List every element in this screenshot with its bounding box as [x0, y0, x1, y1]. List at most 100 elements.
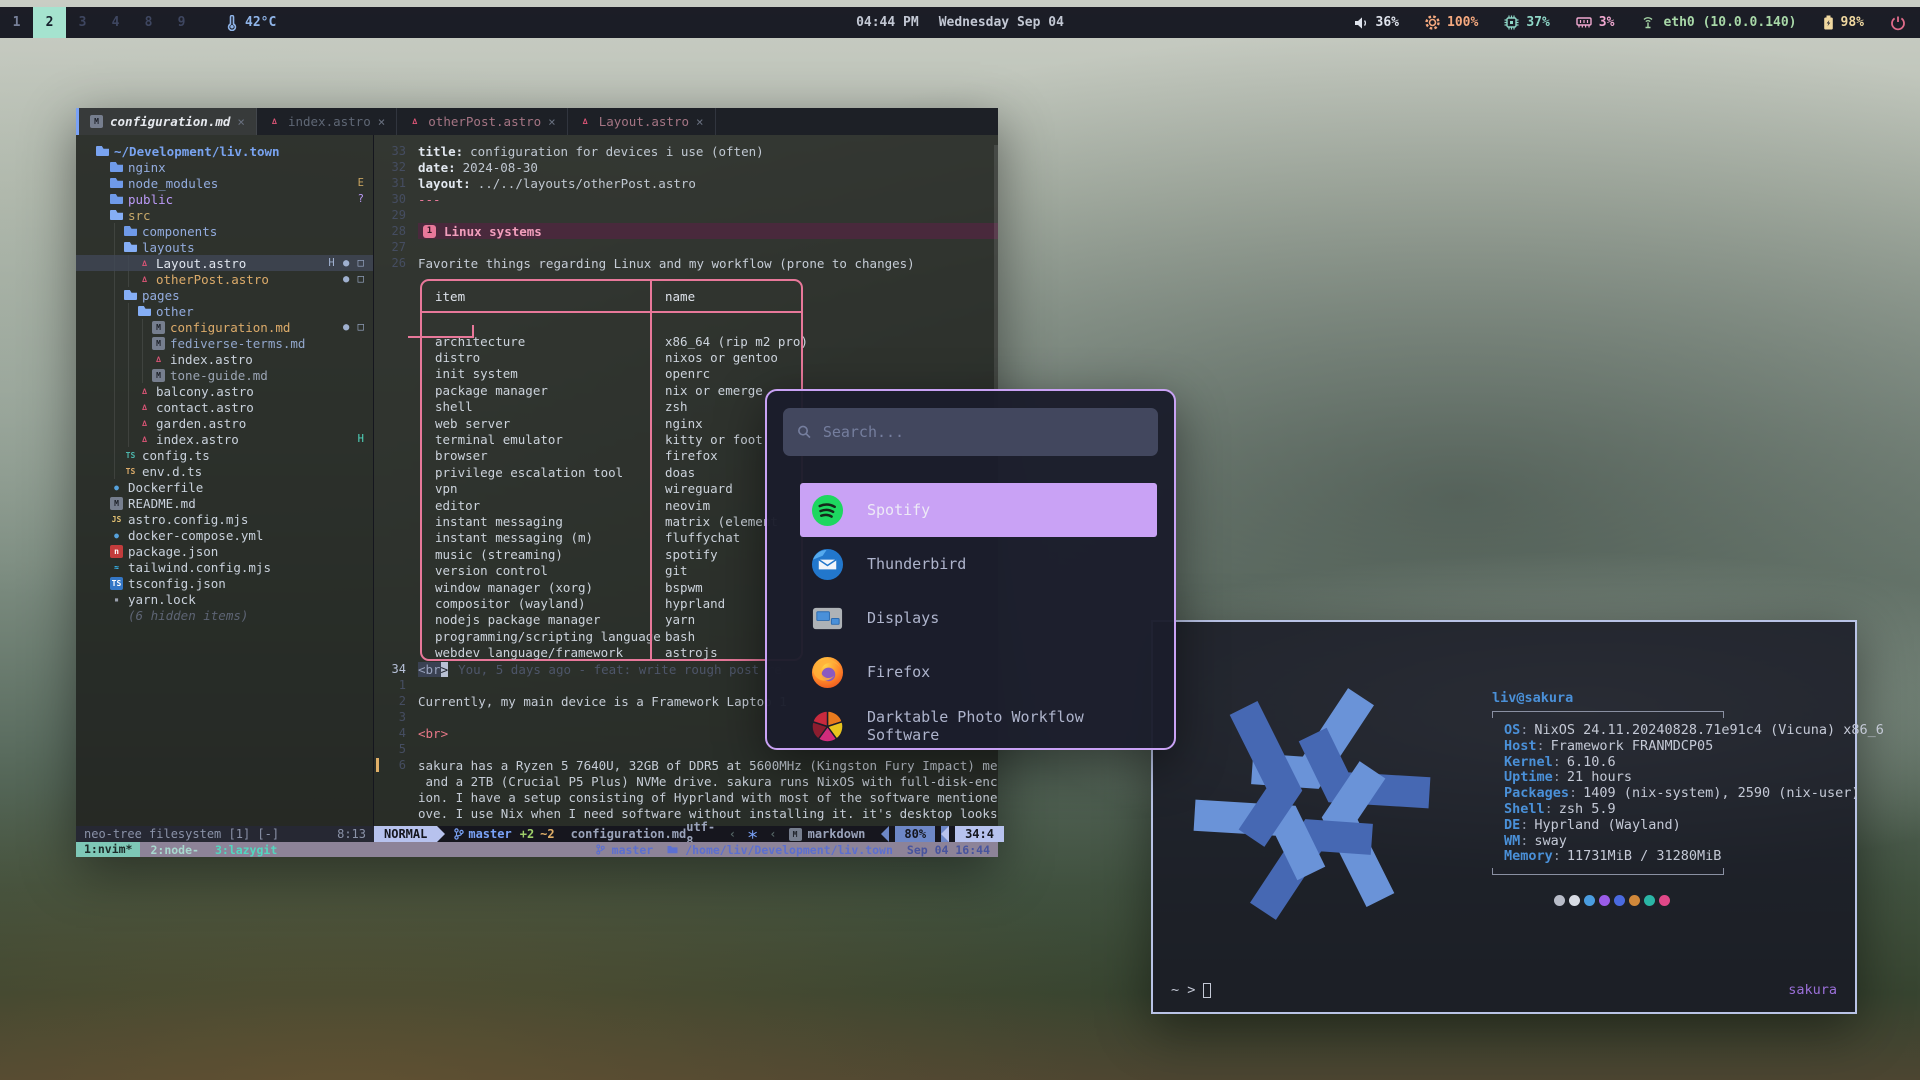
- close-icon[interactable]: ×: [237, 114, 245, 129]
- tree-item-label: env.d.ts: [142, 464, 202, 479]
- search-input[interactable]: [823, 423, 1144, 441]
- tree-item-label: configuration.md: [170, 320, 290, 335]
- buffer-tab[interactable]: ∆ otherPost.astro ×: [397, 108, 567, 135]
- table-row: package manager nix or emerge: [422, 382, 801, 398]
- tree-item[interactable]: public ?: [76, 191, 373, 207]
- file-icon: ▪: [110, 593, 123, 606]
- neo-tree-panel[interactable]: ~/Development/liv.town nginx node_module…: [76, 135, 374, 826]
- memory-module[interactable]: 3%: [1576, 15, 1615, 30]
- file-icon: [110, 194, 123, 204]
- file-icon: ∆: [138, 417, 151, 430]
- fetch-field: DEHyprland (Wayland): [1492, 817, 1852, 833]
- launcher-item-spotify[interactable]: Spotify: [800, 483, 1157, 537]
- terminal-window-fetch[interactable]: liv@sakura OSNixOS 24.11.20240828.71e91c…: [1151, 620, 1857, 1014]
- close-icon[interactable]: ×: [696, 114, 704, 129]
- tree-item[interactable]: ∆ index.astro H: [76, 431, 373, 447]
- temperature-module[interactable]: 42°C: [226, 15, 276, 31]
- tree-item-label: index.astro: [170, 352, 253, 367]
- tmux-window-active[interactable]: 1:nvim*: [76, 842, 140, 857]
- workspace-button[interactable]: 1: [0, 7, 33, 38]
- shell-prompt[interactable]: ~ >: [1171, 982, 1211, 998]
- buffer-tab[interactable]: ∆ index.astro ×: [257, 108, 397, 135]
- tree-item-label: layouts: [142, 240, 195, 255]
- tree-item[interactable]: pages: [76, 287, 373, 303]
- gear-icon: [1425, 15, 1440, 30]
- git-blame-text: You, 5 days ago - feat: write rough post…: [458, 662, 782, 677]
- tree-item[interactable]: components: [76, 223, 373, 239]
- tree-item[interactable]: other: [76, 303, 373, 319]
- close-icon[interactable]: ×: [548, 114, 556, 129]
- fetch-field: Kernel6.10.6: [1492, 754, 1852, 770]
- file-icon: [124, 290, 137, 300]
- tree-item[interactable]: ∆ balcony.astro: [76, 383, 373, 399]
- fetch-box-bottom: [1492, 868, 1724, 875]
- power-button[interactable]: [1890, 15, 1906, 31]
- tree-item[interactable]: JS astro.config.mjs: [76, 511, 373, 527]
- tree-item[interactable]: M tone-guide.md: [76, 367, 373, 383]
- workspace-button[interactable]: 2: [33, 7, 66, 38]
- workspace-button[interactable]: 3: [66, 7, 99, 38]
- tree-item[interactable]: ▪ yarn.lock: [76, 591, 373, 607]
- tree-item[interactable]: TS tsconfig.json: [76, 575, 373, 591]
- bufferline: M configuration.md × ∆ index.astro × ∆ o…: [76, 108, 998, 135]
- tree-item[interactable]: n package.json: [76, 543, 373, 559]
- tree-item[interactable]: layouts: [76, 239, 373, 255]
- tree-item-label: yarn.lock: [128, 592, 196, 607]
- tree-item[interactable]: src: [76, 207, 373, 223]
- tree-item[interactable]: (6 hidden items): [76, 607, 373, 623]
- tree-item[interactable]: ≈ tailwind.config.mjs: [76, 559, 373, 575]
- tree-item[interactable]: M configuration.md ● □: [76, 319, 373, 335]
- buffer-tab-label: configuration.md: [110, 114, 230, 129]
- tree-item-label: src: [128, 208, 151, 223]
- battery-module[interactable]: 98%: [1823, 15, 1864, 30]
- tree-item[interactable]: TS env.d.ts: [76, 463, 373, 479]
- search-icon: [797, 424, 812, 440]
- fetch-userhost: liv@sakura: [1492, 690, 1852, 706]
- tmux-window[interactable]: 2:node-: [140, 843, 208, 857]
- tree-item[interactable]: ● Dockerfile: [76, 479, 373, 495]
- app-launcher[interactable]: Spotify Thunderbird Displays Firefox Dar…: [765, 389, 1176, 750]
- tree-item-label: README.md: [128, 496, 196, 511]
- brightness-module[interactable]: 100%: [1425, 15, 1478, 30]
- workspace-button[interactable]: 8: [132, 7, 165, 38]
- tree-item[interactable]: ∆ garden.astro: [76, 415, 373, 431]
- file-icon: ∆: [152, 353, 165, 366]
- cpu-module[interactable]: 37%: [1504, 15, 1549, 30]
- tree-item-badge: H ● □: [328, 257, 365, 269]
- launcher-item-firefox[interactable]: Firefox: [800, 645, 1157, 699]
- launcher-searchbox[interactable]: [783, 408, 1158, 456]
- table-row: init system openrc: [422, 366, 801, 382]
- editor-line: 32date:2024-08-30: [374, 159, 998, 175]
- color-dot: [1614, 895, 1625, 906]
- tree-item[interactable]: node_modules E: [76, 175, 373, 191]
- tree-item[interactable]: ∆ contact.astro: [76, 399, 373, 415]
- tree-item[interactable]: nginx: [76, 159, 373, 175]
- network-module[interactable]: eth0 (10.0.0.140): [1640, 15, 1796, 30]
- tree-item[interactable]: ∆ Layout.astro H ● □: [76, 255, 373, 271]
- volume-module[interactable]: 36%: [1354, 15, 1399, 30]
- tree-item[interactable]: ∆ index.astro: [76, 351, 373, 367]
- color-dot: [1659, 895, 1670, 906]
- workspace-button[interactable]: 9: [165, 7, 198, 38]
- launcher-item-thunderbird[interactable]: Thunderbird: [800, 537, 1157, 591]
- workspace-button[interactable]: 4: [99, 7, 132, 38]
- editor-line: 26Favorite things regarding Linux and my…: [374, 255, 998, 271]
- tree-item[interactable]: ∆ otherPost.astro ● □: [76, 271, 373, 287]
- launcher-item-darktable[interactable]: Darktable Photo Workflow Software: [800, 699, 1157, 750]
- buffer-tab[interactable]: M configuration.md ×: [76, 108, 257, 135]
- file-icon: ∆: [138, 273, 151, 286]
- tree-item-label: index.astro: [156, 432, 239, 447]
- fetch-field: Packages1409 (nix-system), 2590 (nix-use…: [1492, 785, 1852, 801]
- launcher-item-displays[interactable]: Displays: [800, 591, 1157, 645]
- close-icon[interactable]: ×: [378, 114, 386, 129]
- fetch-field: WMsway: [1492, 833, 1852, 849]
- tmux-window[interactable]: 3:lazygit: [209, 843, 283, 857]
- tree-item[interactable]: M fediverse-terms.md: [76, 335, 373, 351]
- tree-item[interactable]: TS config.ts: [76, 447, 373, 463]
- editor-line: 30---: [374, 191, 998, 207]
- buffer-tab[interactable]: ∆ Layout.astro ×: [568, 108, 716, 135]
- tree-item[interactable]: M README.md: [76, 495, 373, 511]
- tree-item[interactable]: ~/Development/liv.town: [76, 143, 373, 159]
- file-icon: JS: [110, 513, 123, 526]
- tree-item[interactable]: ● docker-compose.yml: [76, 527, 373, 543]
